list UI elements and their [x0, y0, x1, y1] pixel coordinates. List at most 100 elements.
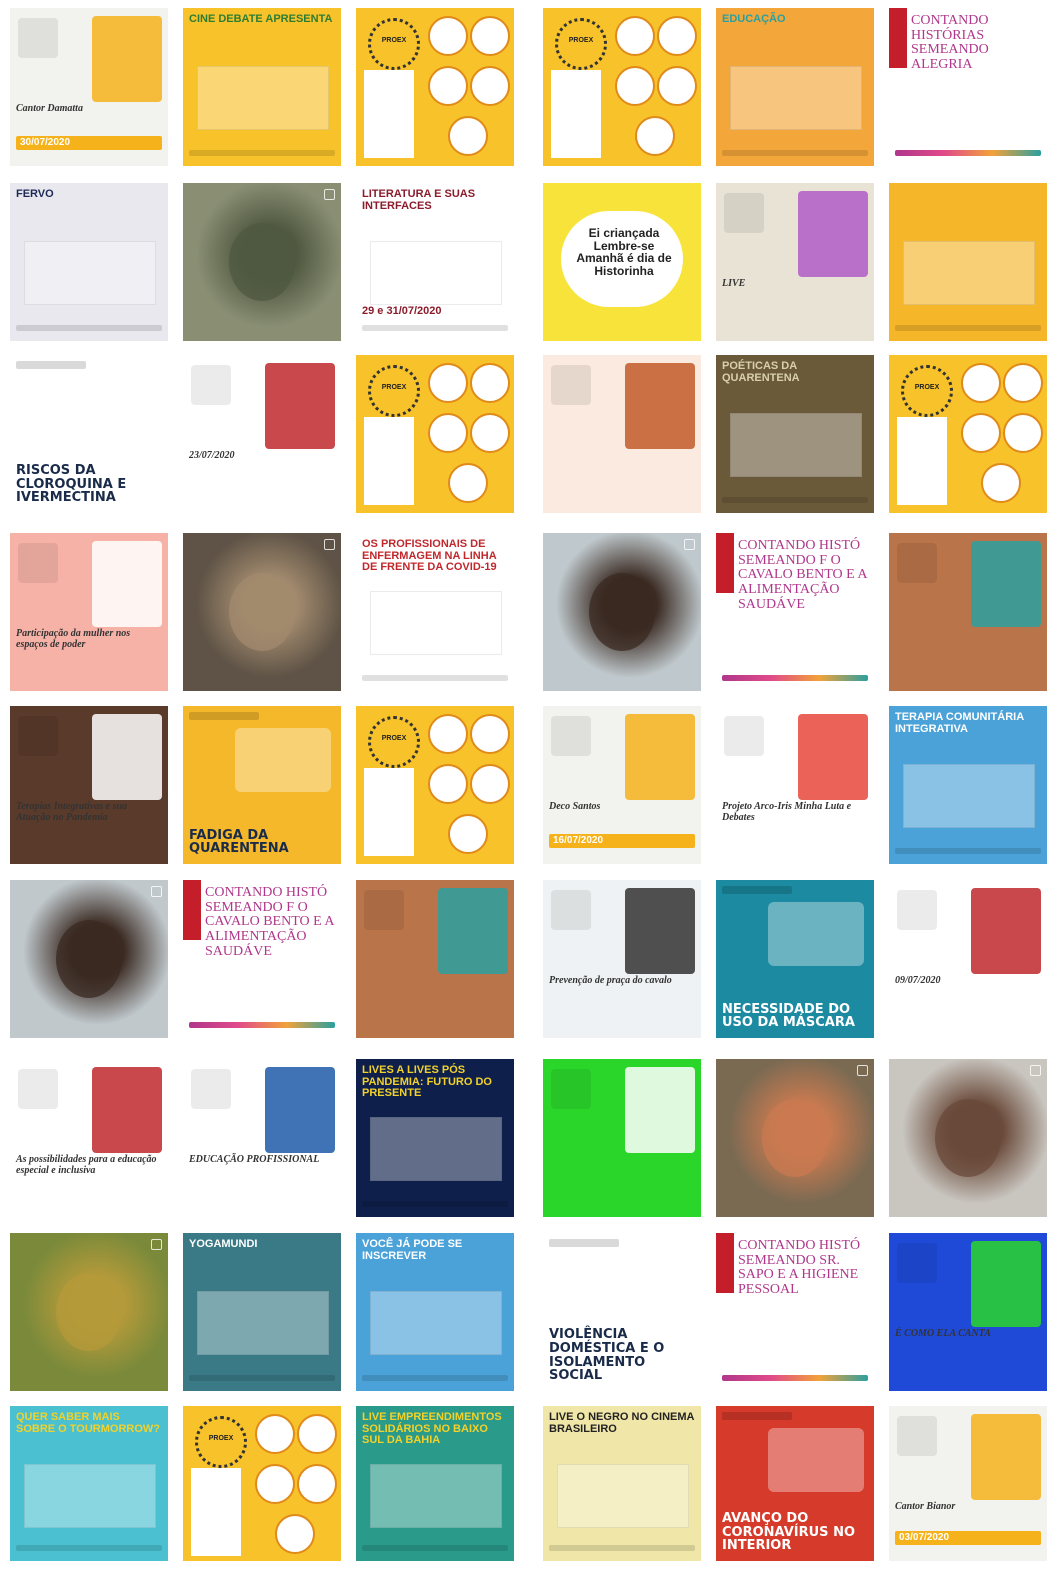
post-caption: EDUCAÇÃO PROFISSIONAL [189, 1154, 320, 1165]
speaker-avatar [635, 116, 675, 156]
speaker-avatar [428, 363, 468, 403]
post-thumbnail[interactable]: RISCOS DA CLOROQUINA E IVERMECTINA [10, 355, 168, 513]
footer-bar [189, 1022, 335, 1028]
logo-block [191, 1069, 231, 1109]
feature-photo [798, 714, 868, 800]
post-caption: Terapia Comunitária Integrativa [895, 711, 1024, 735]
post-caption: VIOLÊNCIA DOMÉSTICA E O ISOLAMENTO SOCIA… [549, 1327, 665, 1384]
post-thumbnail[interactable] [543, 355, 701, 513]
post-caption: CONTANDO HISTÓ SEMEANDO SR. SAPO E A HIG… [738, 1238, 861, 1298]
logo-block [551, 365, 591, 405]
post-thumbnail[interactable]: 09/07/2020 [889, 880, 1047, 1038]
post-thumbnail[interactable]: Projeto Arco-Iris Minha Luta e Debates [716, 706, 874, 864]
date-bar: 30/07/2020 [16, 136, 162, 150]
date-bar: 03/07/2020 [895, 1531, 1041, 1545]
post-caption: CONTANDO HISTÓ SEMEANDO F O CAVALO BENTO… [738, 538, 867, 612]
post-thumbnail[interactable]: Terapias Integrativas e sua Atuação no P… [10, 706, 168, 864]
post-thumbnail[interactable] [889, 1059, 1047, 1217]
post-thumbnail[interactable]: PROEX [543, 8, 701, 166]
post-thumbnail[interactable]: CONTANDO HISTÓ SEMEANDO SR. SAPO E A HIG… [716, 1233, 874, 1391]
post-thumbnail[interactable]: EDUCAÇÃO PROFISSIONAL [183, 1059, 341, 1217]
post-thumbnail[interactable]: Deco Santos 16/07/2020 [543, 706, 701, 864]
post-thumbnail[interactable]: PROEX [889, 355, 1047, 513]
post-thumbnail[interactable]: CONTANDO HISTÓ SEMEANDO F O CAVALO BENTO… [716, 533, 874, 691]
post-thumbnail[interactable]: Cantor Damatta 30/07/2020 [10, 8, 168, 166]
post-thumbnail[interactable]: LIVE O NEGRO NO CINEMA BRASILEIRO [543, 1406, 701, 1561]
person-silhouette [762, 1099, 828, 1177]
proex-logo-text: PROEX [381, 384, 407, 391]
post-caption: CONTANDO HISTÓRIAS SEMEANDO ALEGRIA [911, 13, 989, 73]
illustration [235, 728, 331, 792]
speaker-avatar [1003, 363, 1043, 403]
post-caption: Terapias Integrativas e sua Atuação no P… [16, 801, 128, 823]
multiple-images-icon [151, 886, 162, 897]
post-thumbnail[interactable]: Você já pode se inscrever [356, 1233, 514, 1391]
post-thumbnail[interactable] [10, 1233, 168, 1391]
banner-image [197, 66, 329, 130]
post-caption: LIVES A LIVES PÓS PANDEMIA: FUTURO DO PR… [362, 1064, 492, 1100]
post-thumbnail[interactable] [543, 1059, 701, 1217]
post-thumbnail[interactable] [10, 880, 168, 1038]
post-thumbnail[interactable]: LITERATURA E SUAS INTERFACES 29 e 31/07/2… [356, 183, 514, 341]
footer-logos [362, 325, 508, 331]
post-thumbnail[interactable]: LIVE EMPREENDIMENTOS SOLIDÁRIOS NO BAIXO… [356, 1406, 514, 1561]
post-thumbnail[interactable]: É COMO ELA CANTA [889, 1233, 1047, 1391]
multiple-images-icon [324, 539, 335, 550]
post-thumbnail[interactable]: LIVE [716, 183, 874, 341]
proex-logo-text: PROEX [568, 37, 594, 44]
proex-logo-text: PROEX [381, 735, 407, 742]
post-thumbnail[interactable]: FERVO [10, 183, 168, 341]
post-thumbnail[interactable]: NECESSIDADE DO USO DA MÁSCARA [716, 880, 874, 1038]
feature-photo [971, 888, 1041, 974]
speaker-avatar [428, 764, 468, 804]
post-thumbnail[interactable]: VIOLÊNCIA DOMÉSTICA E O ISOLAMENTO SOCIA… [543, 1233, 701, 1391]
post-thumbnail[interactable]: YOGAMUNDI [183, 1233, 341, 1391]
post-thumbnail[interactable]: EDUCAÇÃO [716, 8, 874, 166]
post-thumbnail[interactable]: CINE DEBATE APRESENTA [183, 8, 341, 166]
proex-logo: PROEX [901, 365, 953, 417]
post-thumbnail[interactable]: PROEX [356, 8, 514, 166]
post-thumbnail[interactable]: Terapia Comunitária Integrativa [889, 706, 1047, 864]
footer-logos [722, 150, 868, 156]
post-thumbnail[interactable] [543, 533, 701, 691]
post-thumbnail[interactable]: PROEX [356, 706, 514, 864]
post-thumbnail[interactable]: Ei criançada Lembre-se Amanhã é dia de H… [543, 183, 701, 341]
post-caption: LITERATURA E SUAS INTERFACES [362, 188, 476, 212]
info-panel [364, 417, 414, 505]
post-thumbnail[interactable]: LIVES A LIVES PÓS PANDEMIA: FUTURO DO PR… [356, 1059, 514, 1217]
info-panel [551, 70, 601, 158]
post-thumbnail[interactable] [889, 533, 1047, 691]
banner-image [730, 413, 862, 477]
post-thumbnail[interactable] [183, 533, 341, 691]
post-thumbnail[interactable]: AVANÇO DO CORONAVÍRUS NO INTERIOR [716, 1406, 874, 1561]
post-thumbnail[interactable]: As possibilidades para a educação especi… [10, 1059, 168, 1217]
post-thumbnail[interactable]: PROEX [356, 355, 514, 513]
post-thumbnail[interactable]: CONTANDO HISTÓRIAS SEMEANDO ALEGRIA [889, 8, 1047, 166]
banner-image [370, 1117, 502, 1181]
post-thumbnail[interactable] [183, 183, 341, 341]
post-thumbnail[interactable]: 23/07/2020 [183, 355, 341, 513]
banner-image [370, 1464, 502, 1528]
speaker-avatar [428, 66, 468, 106]
logo-block [897, 543, 937, 583]
post-thumbnail[interactable]: PROEX [183, 1406, 341, 1561]
logo-block [18, 1069, 58, 1109]
footer-bar [722, 675, 868, 681]
post-thumbnail[interactable]: Os profissionais de enfermagem na linha … [356, 533, 514, 691]
post-thumbnail[interactable]: Participação da mulher nos espaços de po… [10, 533, 168, 691]
footer-bar [895, 150, 1041, 156]
post-thumbnail[interactable] [356, 880, 514, 1038]
date-bar: 16/07/2020 [549, 834, 695, 848]
post-thumbnail[interactable]: Prevenção de praça do cavalo [543, 880, 701, 1038]
post-caption: 09/07/2020 [895, 975, 941, 986]
logo-block [897, 890, 937, 930]
speaker-avatar [255, 1414, 295, 1454]
post-thumbnail[interactable]: FADIGA DA QUARENTENA [183, 706, 341, 864]
post-thumbnail[interactable]: POÉTICAS DA QUARENTENA [716, 355, 874, 513]
post-thumbnail[interactable] [716, 1059, 874, 1217]
post-thumbnail[interactable]: QUER SABER MAIS SOBRE O TOURMORROW? [10, 1406, 168, 1561]
post-thumbnail[interactable] [889, 183, 1047, 341]
post-thumbnail[interactable]: CONTANDO HISTÓ SEMEANDO F O CAVALO BENTO… [183, 880, 341, 1038]
post-thumbnail[interactable]: Cantor Bianor 03/07/2020 [889, 1406, 1047, 1561]
proex-logo: PROEX [368, 18, 420, 70]
